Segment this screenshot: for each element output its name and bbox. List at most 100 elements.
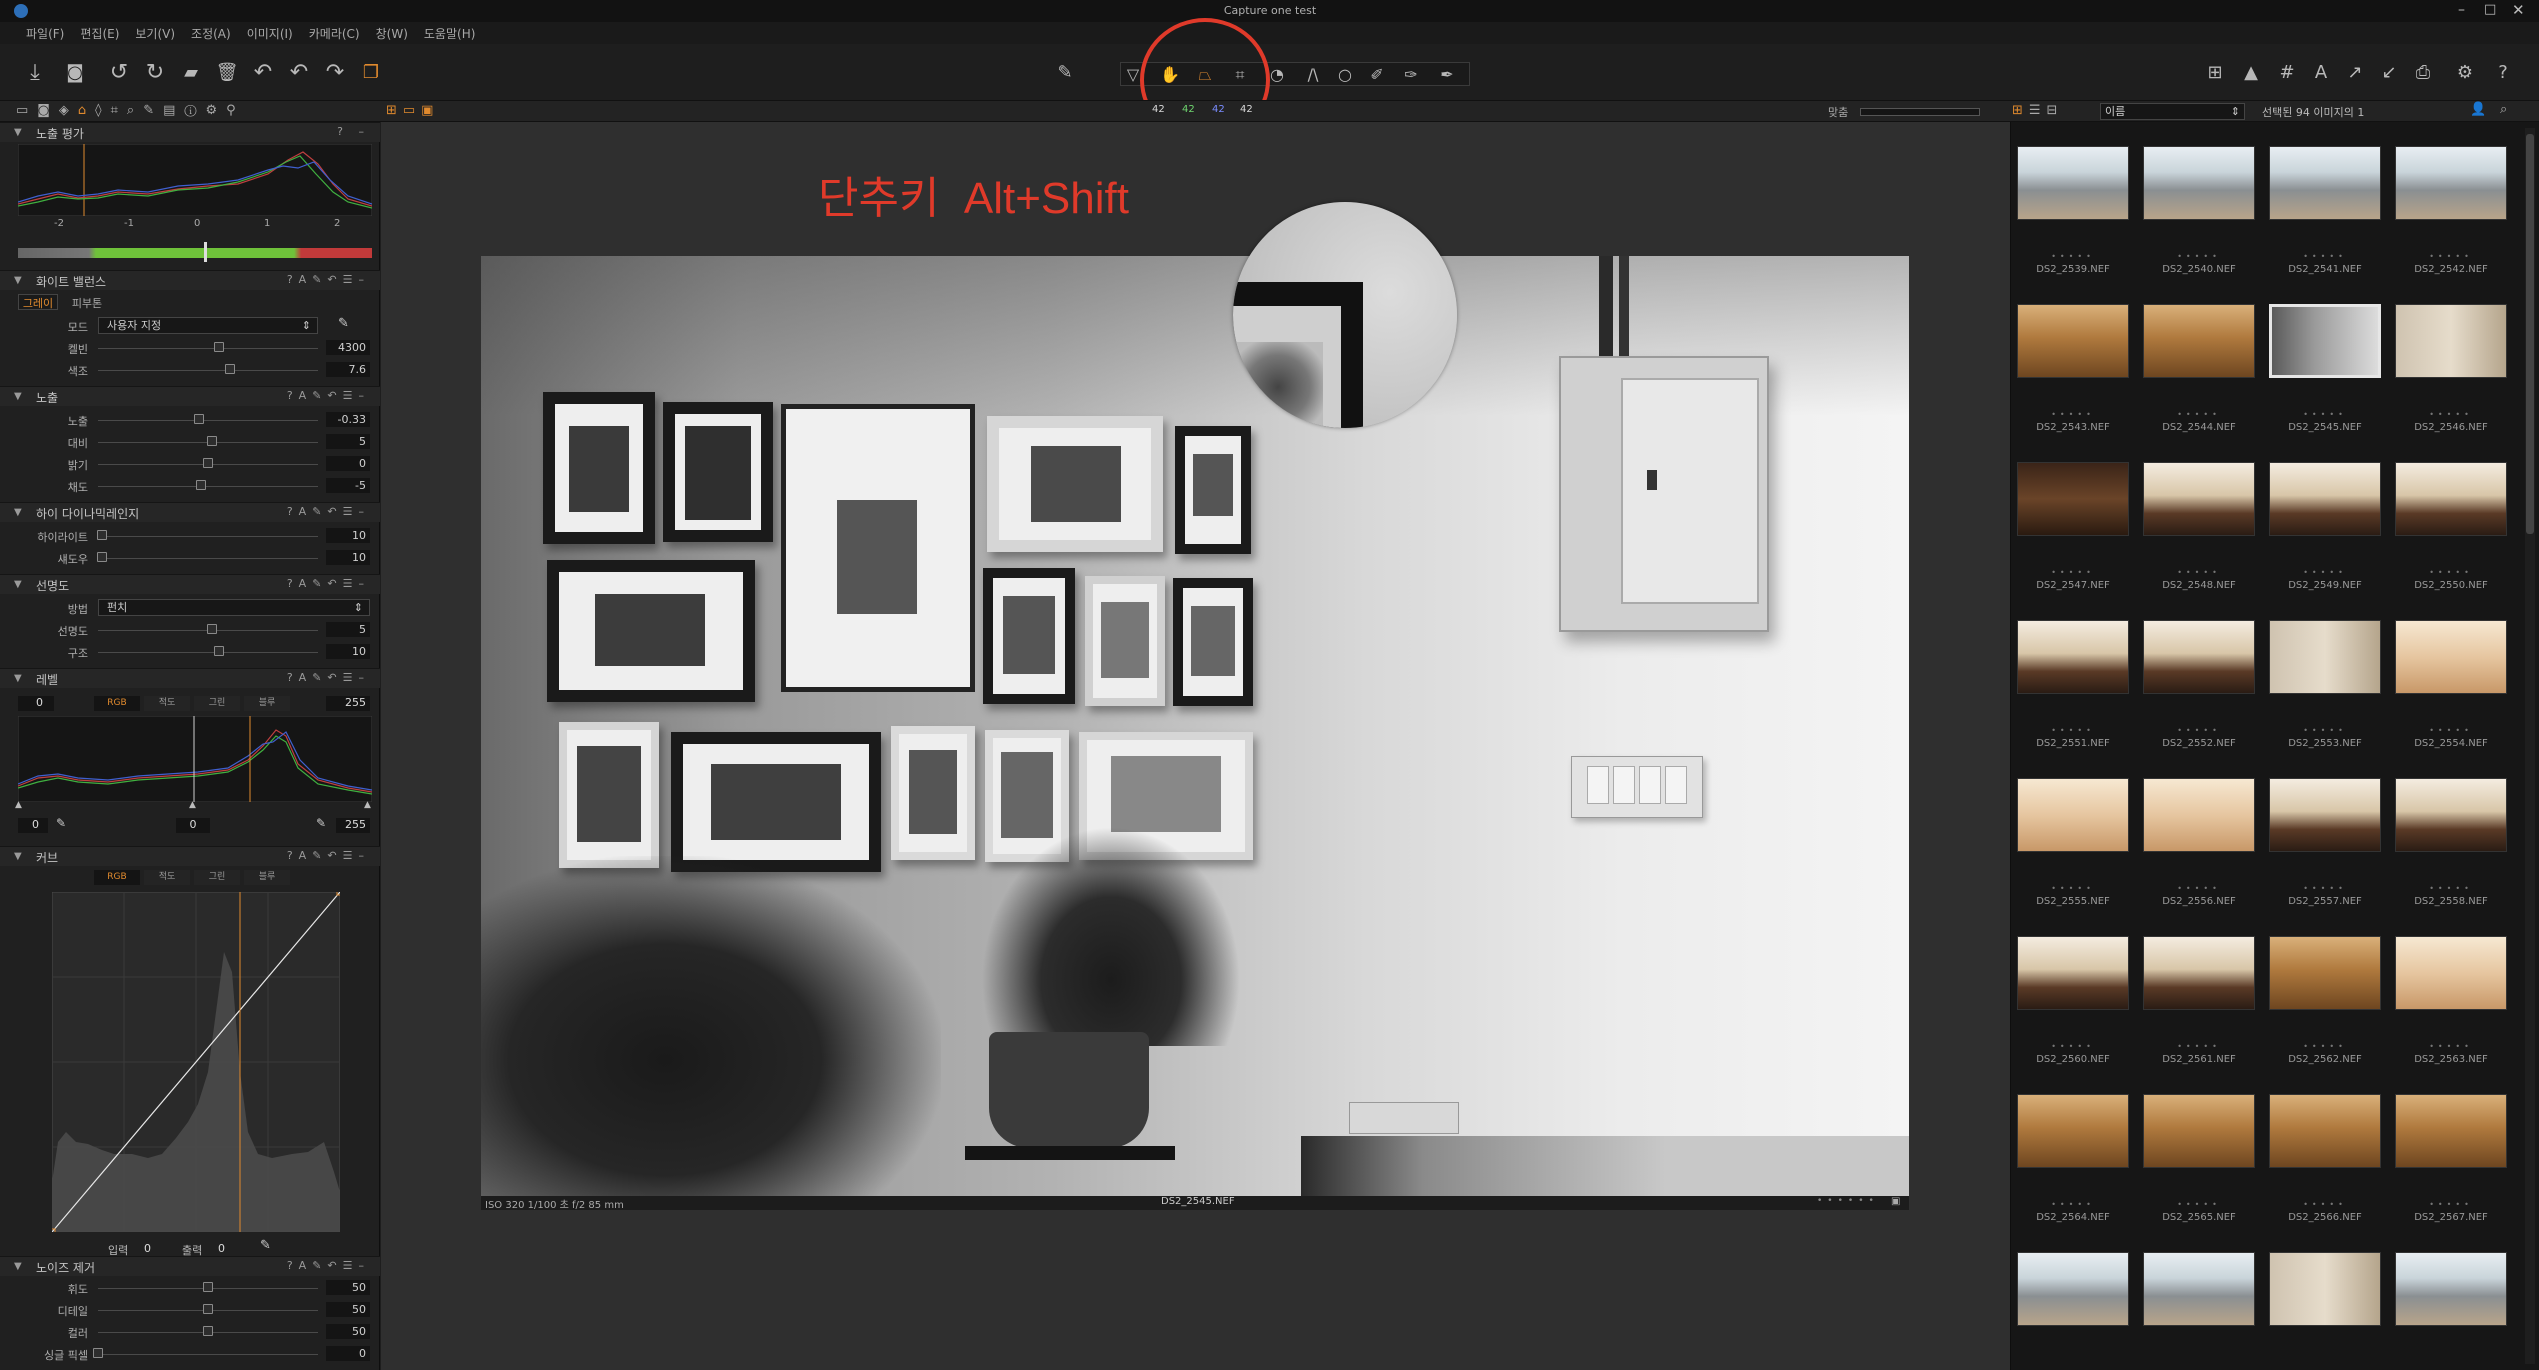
tool-tab-icons[interactable]: ▭◙◈⌂◊⌗⌕✎▤ⓘ⚙⚲ <box>16 103 245 118</box>
thumbnail-image[interactable] <box>2017 1094 2129 1168</box>
text-icon[interactable]: A <box>2306 58 2336 88</box>
thumbnail-rating[interactable]: ••••• <box>2263 1042 2387 1051</box>
thumbnail-rating[interactable]: ••••• <box>2011 252 2135 261</box>
thumbnail-rating[interactable]: ••••• <box>2263 568 2387 577</box>
thumbnail-image[interactable] <box>2395 1252 2507 1326</box>
thumbnail-image[interactable] <box>2395 146 2507 220</box>
thumbnail-rating[interactable]: ••••• <box>2011 1200 2135 1209</box>
scrollbar-thumb[interactable] <box>2526 134 2534 534</box>
curve-output-value[interactable]: 0 <box>218 1242 225 1255</box>
noise-header[interactable]: ▼ 노이즈 제거 ?A✎↶☰– <box>0 1256 380 1276</box>
slider-knob[interactable] <box>203 1282 213 1292</box>
channel-tab[interactable]: 적도 <box>144 870 190 885</box>
thumbnail-rating[interactable]: ••••• <box>2389 252 2513 261</box>
curve-picker-icon[interactable]: ✎ <box>260 1238 271 1253</box>
redo-icon[interactable]: ↷ <box>320 58 350 88</box>
slider-value[interactable]: 7.6 <box>326 362 370 377</box>
tab-gray[interactable]: 그레이 <box>18 294 58 310</box>
thumbnail-image[interactable] <box>2395 620 2507 694</box>
levels-black-point-icon[interactable]: ▲ <box>15 800 22 810</box>
color-tag-icon[interactable]: ▣ <box>1891 1196 1900 1207</box>
curve-header[interactable]: ▼ 커브 ?A✎↶☰– <box>0 846 380 866</box>
thumbnail-rating[interactable]: ••••• <box>2263 410 2387 419</box>
curve-input-value[interactable]: 0 <box>144 1242 151 1255</box>
gradient-tool-icon[interactable]: ✒ <box>1432 60 1462 90</box>
levels-right-value[interactable]: 255 <box>326 696 370 711</box>
panel-action-icons[interactable]: ?A✎↶☰– <box>287 505 370 518</box>
slider-knob[interactable] <box>207 436 218 446</box>
thumbnail-image[interactable] <box>2143 1252 2255 1326</box>
thumbnail-image[interactable] <box>2143 778 2255 852</box>
levels-black-picker-icon[interactable]: ✎ <box>56 816 66 830</box>
thumbnail-image[interactable] <box>2143 620 2255 694</box>
thumbnail-image[interactable] <box>2143 146 2255 220</box>
warning-icon[interactable]: ▲ <box>2236 58 2266 88</box>
slider-value[interactable]: 10 <box>326 528 370 543</box>
slider-track[interactable] <box>98 486 318 487</box>
thumbnail-rating[interactable]: ••••• <box>2137 252 2261 261</box>
slider-value[interactable]: 50 <box>326 1324 370 1339</box>
help-icon[interactable]: ? <box>2488 58 2518 88</box>
slider-value[interactable]: 4300 <box>326 340 370 355</box>
thumbnail-rating[interactable]: ••••• <box>2389 410 2513 419</box>
slider-knob[interactable] <box>203 1304 213 1314</box>
thumbnail-image[interactable] <box>2017 304 2129 378</box>
thumbnail-image[interactable] <box>2143 304 2255 378</box>
slider-track[interactable] <box>98 536 318 537</box>
thumbnail-image[interactable] <box>2269 936 2381 1010</box>
lens-tool-icon[interactable]: /\ <box>1298 60 1328 90</box>
thumbnail-rating[interactable]: ••••• <box>2137 410 2261 419</box>
slider-knob[interactable] <box>203 458 213 468</box>
slider-knob[interactable] <box>214 646 224 656</box>
slider-value[interactable]: 10 <box>326 550 370 565</box>
image-viewer[interactable]: 단추키 Alt+Shift ISO 320 1/100 초 f/2 85 mm … <box>381 122 2010 1370</box>
rotate-left-icon[interactable]: ↺ <box>104 58 134 88</box>
slider-value[interactable]: 0 <box>326 456 370 471</box>
channel-tab[interactable]: RGB <box>94 696 140 711</box>
thumbnail-image[interactable] <box>2143 936 2255 1010</box>
undo-icon[interactable]: ↶ <box>284 58 314 88</box>
levels-header[interactable]: ▼ 레벨 ?A✎↶☰– <box>0 668 380 688</box>
slider-knob[interactable] <box>203 1326 213 1336</box>
trash-icon[interactable]: 🗑 <box>212 58 242 88</box>
thumbnail-rating[interactable]: ••••• <box>2389 726 2513 735</box>
menu-item-4[interactable]: 이미지(I) <box>247 25 293 42</box>
channel-tab[interactable]: 블루 <box>244 696 290 711</box>
brush-tool-icon[interactable]: ✐ <box>1362 60 1392 90</box>
channel-tab[interactable]: 적도 <box>144 696 190 711</box>
thumbnail-rating[interactable]: ••••• <box>2011 726 2135 735</box>
thumbnail-rating[interactable]: ••••• <box>2263 252 2387 261</box>
tab-skin[interactable]: 피부톤 <box>62 295 112 311</box>
levels-bottom-left-value[interactable]: 0 <box>18 818 48 833</box>
thumbnail-image[interactable] <box>2395 462 2507 536</box>
panel-action-icons[interactable]: ?A✎↶☰– <box>287 1259 370 1272</box>
maximize-icon[interactable]: □ <box>2484 2 2496 17</box>
browser-view-icons[interactable]: ⊞☰⊟ <box>2012 103 2063 118</box>
thumbnail-image[interactable] <box>2269 778 2381 852</box>
search-icon[interactable]: ⌕ <box>2500 102 2507 117</box>
thumbnail-rating[interactable]: ••••• <box>2389 568 2513 577</box>
viewer-layout-icons[interactable]: ⊞▭▣ <box>386 103 439 118</box>
copy-adjustments-icon[interactable]: ❐ <box>356 58 386 88</box>
user-icon[interactable]: 👤 <box>2470 102 2486 117</box>
thumbnail-image[interactable] <box>2269 304 2381 378</box>
panel-action-icons[interactable]: ?A✎↶☰– <box>287 273 370 286</box>
slider-value[interactable]: 5 <box>326 434 370 449</box>
clarity-header[interactable]: ▼ 선명도 ?A✎↶☰– <box>0 574 380 594</box>
slider-knob[interactable] <box>196 480 207 490</box>
thumbnail-rating[interactable]: ••••• <box>2389 884 2513 893</box>
channel-tab[interactable]: 그린 <box>194 696 240 711</box>
folder-icon[interactable]: ▰ <box>176 58 206 88</box>
panel-action-icons[interactable]: ?A✎↶☰– <box>287 671 370 684</box>
thumbnail-image[interactable] <box>2143 462 2255 536</box>
white-balance-header[interactable]: ▼ 화이트 밸런스 ?A✎↶☰– <box>0 270 380 290</box>
thumbnail-image[interactable] <box>2269 146 2381 220</box>
slider-knob[interactable] <box>194 414 205 424</box>
levels-left-value[interactable]: 0 <box>18 696 54 711</box>
eraser-tool-icon[interactable]: ✑ <box>1396 60 1426 90</box>
import-icon[interactable]: ⤓ <box>20 58 50 88</box>
wb-picker-icon[interactable]: ✎ <box>338 316 349 331</box>
slider-knob[interactable] <box>93 1348 103 1358</box>
thumbnail-image[interactable] <box>2017 1252 2129 1326</box>
browser-scrollbar[interactable] <box>2525 128 2535 1364</box>
